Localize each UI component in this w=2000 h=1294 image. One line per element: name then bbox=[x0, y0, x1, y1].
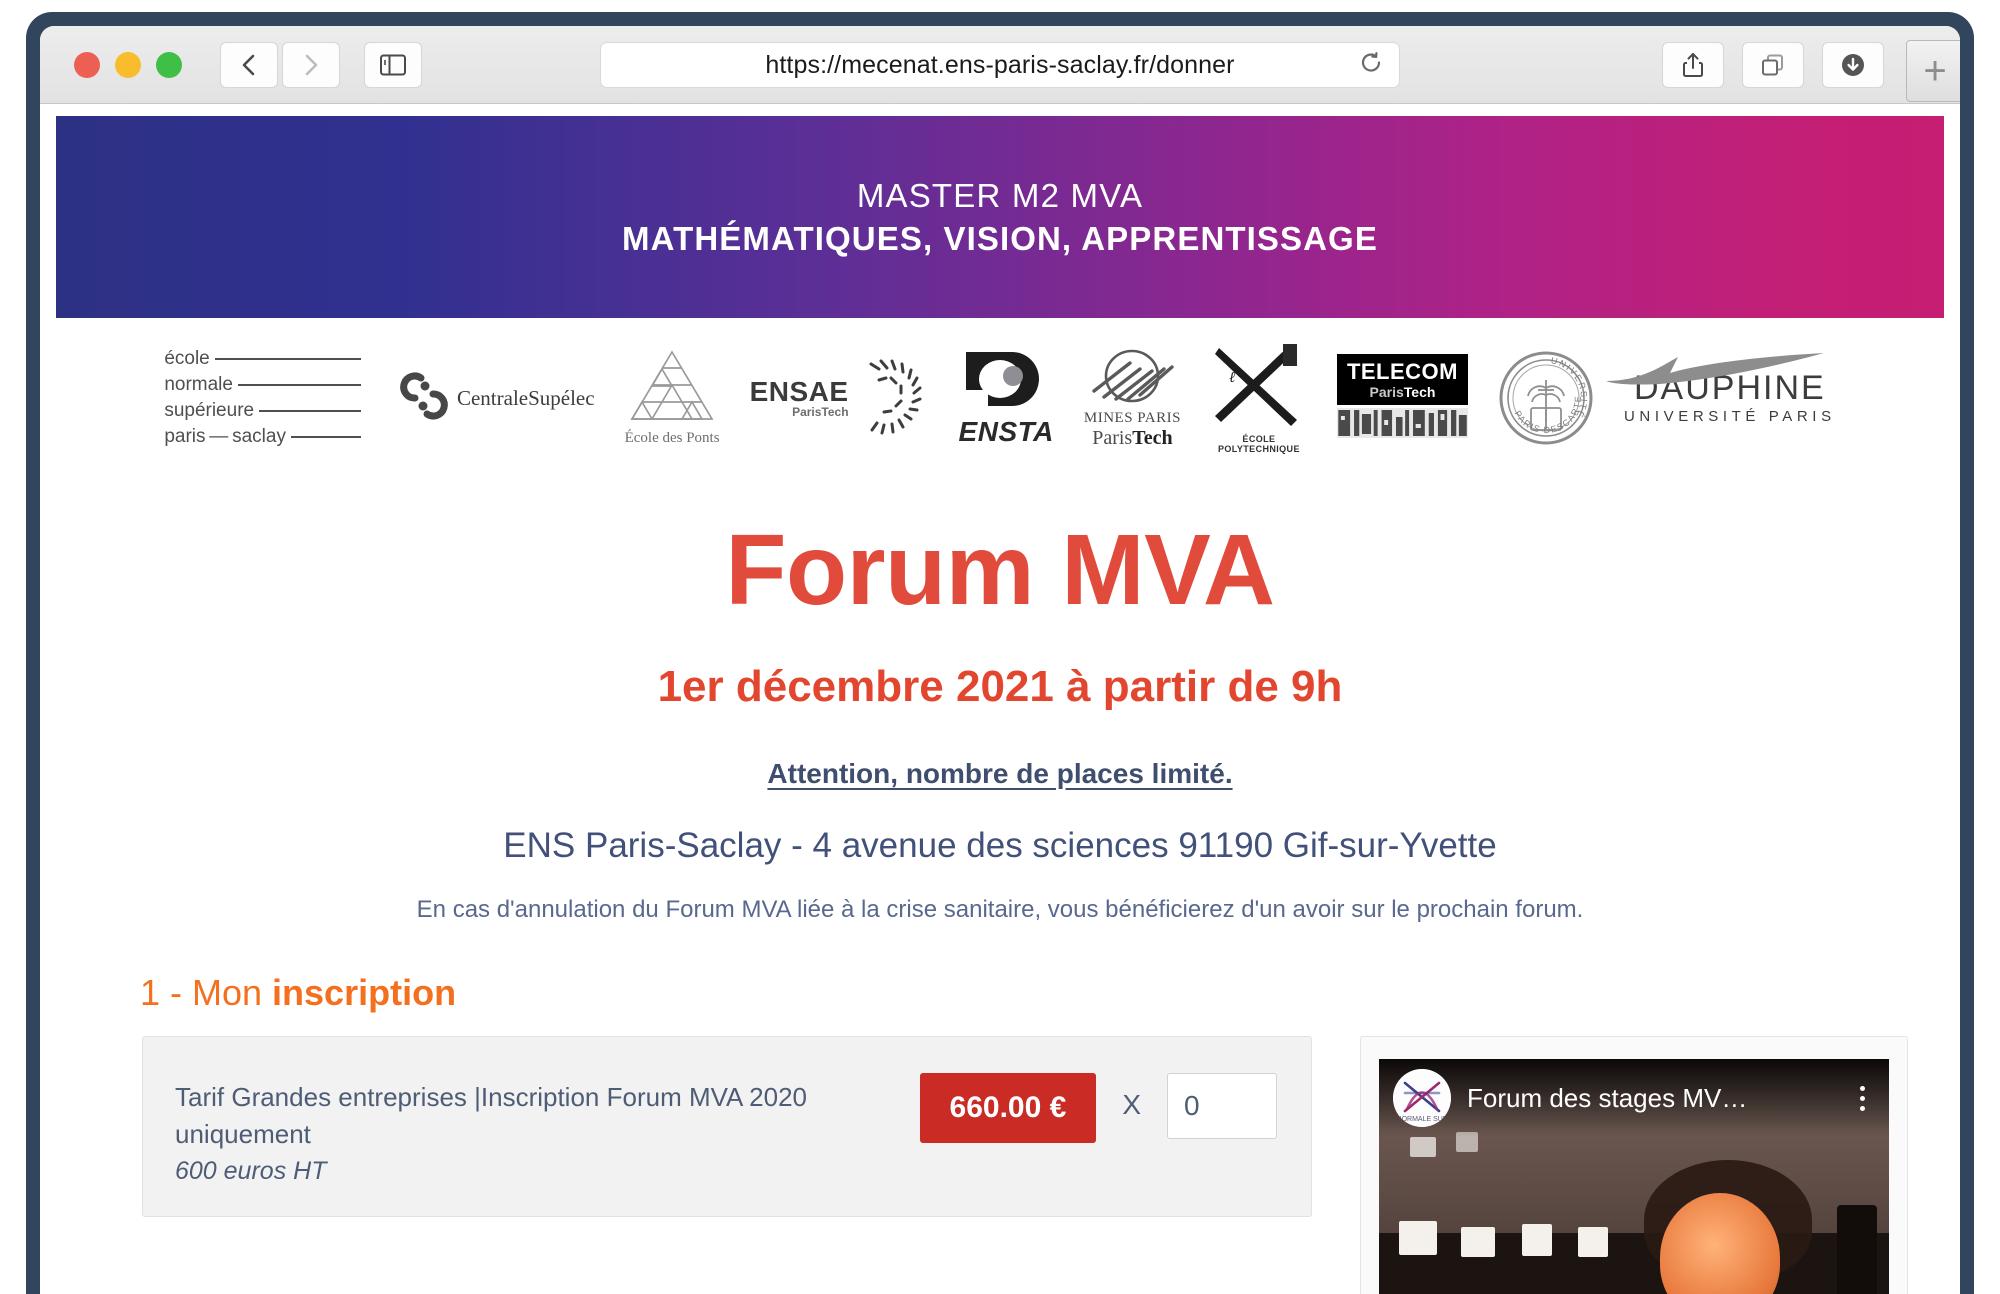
polytechnique-label-2: POLYTECHNIQUE bbox=[1217, 444, 1300, 454]
window-traffic-lights bbox=[74, 51, 182, 78]
hero-subtitle: MASTER M2 MVA bbox=[856, 176, 1144, 214]
hero-banner: MASTER M2 MVA MATHÉMATIQUES, VISION, APP… bbox=[56, 116, 1944, 318]
event-address: ENS Paris-Saclay - 4 avenue des sciences… bbox=[503, 826, 1497, 865]
cancellation-note: En cas d'annulation du Forum MVA liée à … bbox=[416, 896, 1584, 923]
telecom-sublabel-paris: Paris bbox=[1369, 383, 1404, 400]
downloads-button[interactable] bbox=[1822, 42, 1884, 88]
ens-rule-2 bbox=[237, 383, 361, 386]
centralesupelec-label: CentraleSupélec bbox=[456, 385, 595, 410]
ticket-card: Tarif Grandes entreprises |Inscription F… bbox=[142, 1036, 1312, 1217]
section-title-lead: 1 - Mon bbox=[140, 972, 273, 1013]
navigation-buttons bbox=[220, 41, 340, 88]
browser-window: https://mecenat.ens-paris-saclay.fr/donn… bbox=[40, 26, 1960, 1294]
share-button[interactable] bbox=[1662, 42, 1724, 88]
address-bar[interactable]: https://mecenat.ens-paris-saclay.fr/donn… bbox=[600, 42, 1400, 88]
ticket-name: Tarif Grandes entreprises |Inscription F… bbox=[175, 1082, 807, 1149]
inscription-row: Tarif Grandes entreprises |Inscription F… bbox=[142, 1036, 1908, 1294]
ens-line-2: normale bbox=[164, 373, 233, 395]
sierpinski-triangle-icon bbox=[630, 350, 714, 420]
partner-logos: école normale supérieure paris — saclay … bbox=[40, 332, 1960, 464]
minimize-window-button[interactable] bbox=[115, 51, 141, 78]
ens-line-3: supérieure bbox=[164, 400, 255, 421]
ensae-label: ENSAE bbox=[749, 376, 849, 407]
svg-text:ℓ: ℓ bbox=[1229, 370, 1235, 386]
browser-toolbar: https://mecenat.ens-paris-saclay.fr/donn… bbox=[40, 26, 1960, 104]
mines-paristech-logo: MINES PARIS ParisTech bbox=[1084, 347, 1181, 450]
centralesupelec-mark-icon bbox=[400, 372, 448, 420]
ensae-swirl-icon bbox=[869, 359, 922, 435]
page-title: Forum MVA bbox=[725, 514, 1275, 626]
ticket-price-badge: 660.00 € bbox=[919, 1073, 1097, 1143]
event-header: Forum MVA 1er décembre 2021 à partir de … bbox=[40, 520, 1960, 924]
mva-channel-avatar-icon: NORMALE SUP bbox=[1393, 1069, 1451, 1127]
polytechnique-x-icon: ℓ bbox=[1214, 343, 1297, 426]
url-text: https://mecenat.ens-paris-saclay.fr/donn… bbox=[765, 50, 1235, 79]
telecom-sublabel-tech: Tech bbox=[1403, 383, 1436, 400]
mines-label: MINES PARIS bbox=[1083, 409, 1181, 426]
ensta-logo: ENSTA bbox=[959, 348, 1054, 448]
hero-title: MATHÉMATIQUES, VISION, APPRENTISSAGE bbox=[622, 219, 1378, 257]
dolphin-icon bbox=[1605, 353, 1824, 385]
mines-sublabel-tech: Tech bbox=[1132, 426, 1173, 449]
universite-paris-descartes-logo: UNIVERSITÉ PARIS DESCARTES bbox=[1498, 350, 1594, 446]
event-date: 1er décembre 2021 à partir de 9h bbox=[657, 662, 1343, 711]
ens-line-1: école bbox=[164, 347, 210, 369]
kebab-menu-icon[interactable] bbox=[1849, 1085, 1875, 1111]
centralesupelec-logo: CentraleSupélec bbox=[391, 368, 595, 428]
limited-places-warning: Attention, nombre de places limité. bbox=[767, 758, 1233, 789]
ens-rule-4 bbox=[290, 436, 361, 439]
video-card: NORMALE SUP Forum des stages MV… bbox=[1360, 1036, 1908, 1294]
ensae-sublabel: ParisTech bbox=[792, 405, 849, 419]
browser-window-frame: https://mecenat.ens-paris-saclay.fr/donn… bbox=[26, 12, 1974, 1294]
tab-overview-button[interactable] bbox=[1742, 42, 1804, 88]
toolbar-right-buttons bbox=[1662, 42, 1884, 88]
svg-text:NORMALE SUP: NORMALE SUP bbox=[1397, 1116, 1448, 1123]
telecom-barcode-icon bbox=[1336, 407, 1468, 438]
telecom-paristech-logo: TELECOM ParisTech bbox=[1336, 353, 1468, 443]
ens-line-4: paris — saclay bbox=[164, 426, 286, 448]
reload-icon[interactable] bbox=[1359, 51, 1383, 80]
close-window-button[interactable] bbox=[74, 51, 100, 78]
back-button[interactable] bbox=[220, 41, 278, 88]
quantity-multiplier-label: X bbox=[1122, 1089, 1141, 1120]
dauphine-sublabel: UNIVERSITÉ PARIS bbox=[1624, 408, 1836, 425]
ens-rule-1 bbox=[214, 357, 361, 360]
ensta-label: ENSTA bbox=[958, 416, 1054, 447]
ecole-des-ponts-label: École des Ponts bbox=[624, 430, 720, 446]
mines-sublabel-paris: Paris bbox=[1092, 426, 1133, 449]
section-title-bold: inscription bbox=[272, 972, 457, 1013]
ticket-subtitle: 600 euros HT bbox=[175, 1156, 327, 1185]
forward-button[interactable] bbox=[282, 41, 340, 88]
video-title[interactable]: Forum des stages MV… bbox=[1467, 1083, 1849, 1114]
sidebar-toggle-button[interactable] bbox=[364, 41, 422, 88]
page-content: MASTER M2 MVA MATHÉMATIQUES, VISION, APP… bbox=[40, 104, 1960, 1294]
ticket-info: Tarif Grandes entreprises |Inscription F… bbox=[175, 1067, 920, 1186]
polytechnique-label-1: ÉCOLE bbox=[1242, 433, 1276, 444]
mines-swirl-icon bbox=[1092, 349, 1175, 402]
ecole-des-ponts-logo: École des Ponts bbox=[625, 349, 720, 447]
ensae-paristech-logo: ENSAE ParisTech bbox=[750, 356, 929, 440]
ens-rule-3 bbox=[259, 410, 361, 413]
new-tab-button[interactable]: + bbox=[1906, 40, 1960, 102]
youtube-embed[interactable]: NORMALE SUP Forum des stages MV… bbox=[1379, 1059, 1889, 1294]
dauphine-universite-paris-logo: DAUPHINE UNIVERSITÉ PARIS bbox=[1605, 353, 1836, 425]
maximize-window-button[interactable] bbox=[156, 51, 182, 78]
descartes-seal-icon: UNIVERSITÉ PARIS DESCARTES bbox=[1498, 350, 1593, 445]
ecole-polytechnique-logo: ℓ ÉCOLE POLYTECHNIQUE bbox=[1211, 342, 1307, 455]
telecom-label: TELECOM bbox=[1346, 358, 1458, 384]
quantity-input[interactable] bbox=[1167, 1073, 1277, 1139]
ensta-mark-icon bbox=[966, 352, 1040, 406]
section-title-inscription: 1 - Mon inscription bbox=[140, 972, 1960, 1014]
youtube-embed-topbar: NORMALE SUP Forum des stages MV… bbox=[1379, 1059, 1889, 1137]
ens-paris-saclay-logo: école normale supérieure paris — saclay bbox=[164, 346, 361, 451]
